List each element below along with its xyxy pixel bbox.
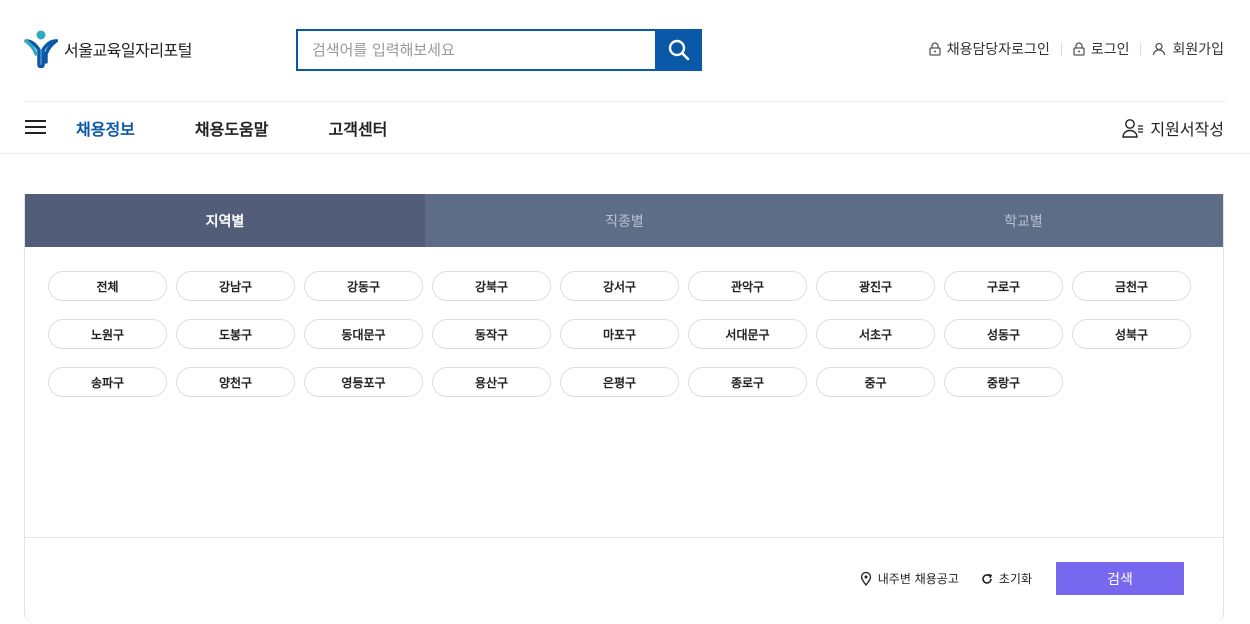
district-chip[interactable]: 영등포구 bbox=[304, 367, 423, 397]
nearby-jobs-label: 내주변 채용공고 bbox=[877, 572, 959, 586]
district-chip[interactable]: 동작구 bbox=[432, 319, 551, 349]
recruiter-login-label: 채용담당자로그인 bbox=[946, 42, 1050, 58]
filter-tabs: 지역별 직종별 학교별 bbox=[25, 194, 1223, 247]
divider bbox=[1060, 42, 1062, 56]
main-nav: 채용정보 채용도움말 고객센터 지원서작성 bbox=[0, 102, 1250, 154]
district-chip[interactable]: 중구 bbox=[816, 367, 935, 397]
filter-panel: 지역별 직종별 학교별 전체 강남구 강동구 강북구 강서구 관악구 광진구 구로구 금천구노원… bbox=[24, 194, 1224, 624]
nav-item-recruit-info[interactable]: 채용정보 bbox=[76, 116, 135, 140]
logo-text: 서울교육일자리포털 bbox=[64, 41, 192, 60]
search-input[interactable] bbox=[298, 31, 655, 69]
district-chip[interactable]: 강북구 bbox=[432, 271, 551, 301]
district-chip[interactable]: 동대문구 bbox=[304, 319, 423, 349]
district-chip[interactable]: 중랑구 bbox=[944, 367, 1063, 397]
tab-job-type[interactable]: 직종별 bbox=[425, 194, 824, 247]
district-chip[interactable]: 성동구 bbox=[944, 319, 1063, 349]
divider bbox=[1140, 42, 1142, 56]
refresh-icon bbox=[982, 573, 992, 584]
lock-icon bbox=[929, 42, 941, 56]
tab-school[interactable]: 학교별 bbox=[824, 194, 1223, 247]
utility-links: 채용담당자로그인 로그인 회원가입 bbox=[929, 38, 1224, 60]
signup-label: 회원가입 bbox=[1172, 42, 1224, 58]
reset-button[interactable]: 초기화 bbox=[981, 570, 1032, 587]
panel-divider bbox=[25, 537, 1223, 538]
district-chip[interactable]: 은평구 bbox=[560, 367, 679, 397]
district-chip[interactable]: 서초구 bbox=[816, 319, 935, 349]
district-chip[interactable]: 마포구 bbox=[560, 319, 679, 349]
district-chip[interactable]: 송파구 bbox=[48, 367, 167, 397]
nav-menu: 채용정보 채용도움말 고객센터 bbox=[76, 116, 387, 140]
search-icon bbox=[668, 39, 689, 61]
search-button[interactable] bbox=[655, 29, 702, 71]
district-chip[interactable]: 서대문구 bbox=[688, 319, 807, 349]
write-application-button[interactable]: 지원서작성 bbox=[1122, 116, 1224, 140]
logo-mark-icon bbox=[24, 30, 58, 68]
search-bar bbox=[296, 29, 702, 71]
apply-user-icon bbox=[1122, 119, 1144, 138]
site-logo[interactable]: 서울교육일자리포털 bbox=[24, 30, 192, 68]
district-chip[interactable]: 광진구 bbox=[816, 271, 935, 301]
district-chip[interactable]: 강서구 bbox=[560, 271, 679, 301]
district-chip[interactable]: 구로구 bbox=[944, 271, 1063, 301]
lock-icon bbox=[1073, 42, 1085, 56]
nav-item-recruit-help[interactable]: 채용도움말 bbox=[195, 116, 269, 140]
district-chip[interactable]: 용산구 bbox=[432, 367, 551, 397]
district-chip[interactable]: 전체 bbox=[48, 271, 167, 301]
user-icon bbox=[1153, 42, 1166, 56]
district-chip[interactable]: 강동구 bbox=[304, 271, 423, 301]
nav-item-customer-center[interactable]: 고객센터 bbox=[329, 116, 388, 140]
apply-label: 지원서작성 bbox=[1150, 120, 1224, 139]
district-chip[interactable]: 성북구 bbox=[1072, 319, 1191, 349]
district-chip[interactable]: 금천구 bbox=[1072, 271, 1191, 301]
district-chip[interactable]: 강남구 bbox=[176, 271, 295, 301]
recruiter-login-link[interactable]: 채용담당자로그인 bbox=[929, 39, 1050, 59]
login-label: 로그인 bbox=[1090, 42, 1130, 58]
signup-link[interactable]: 회원가입 bbox=[1152, 39, 1224, 59]
district-chip[interactable]: 양천구 bbox=[176, 367, 295, 397]
panel-footer: 내주변 채용공고 초기화 검색 bbox=[860, 562, 1184, 595]
district-chip[interactable]: 종로구 bbox=[688, 367, 807, 397]
location-pin-icon bbox=[860, 571, 871, 586]
search-submit-button[interactable]: 검색 bbox=[1056, 562, 1184, 595]
district-chip[interactable]: 관악구 bbox=[688, 271, 807, 301]
nearby-jobs-button[interactable]: 내주변 채용공고 bbox=[860, 570, 959, 587]
login-link[interactable]: 로그인 bbox=[1073, 39, 1130, 59]
district-chip-list: 전체 강남구 강동구 강북구 강서구 관악구 광진구 구로구 금천구노원구 도봉구 동대문구 동작구 마… bbox=[48, 271, 1198, 397]
site-header: 서울교육일자리포털 채용담당자로그인 로그인 bbox=[0, 0, 1250, 100]
district-chip[interactable]: 노원구 bbox=[48, 319, 167, 349]
menu-icon[interactable] bbox=[25, 118, 47, 136]
reset-label: 초기화 bbox=[998, 572, 1032, 586]
tab-region[interactable]: 지역별 bbox=[25, 194, 425, 247]
district-chip[interactable]: 도봉구 bbox=[176, 319, 295, 349]
